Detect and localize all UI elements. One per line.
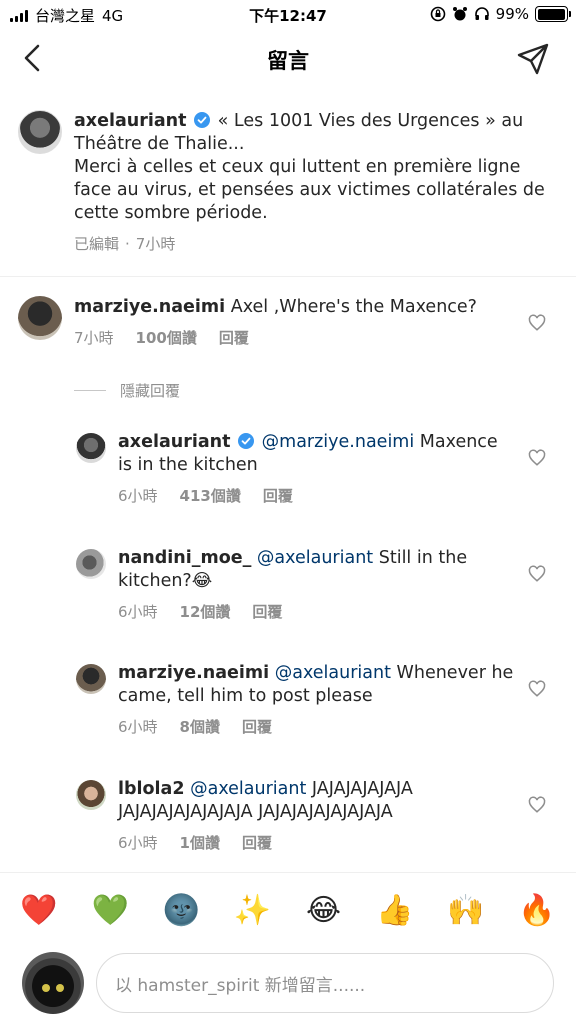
reply-likes[interactable]: 12個讚 [180, 601, 231, 622]
reply-username[interactable]: marziye.naeimi [118, 663, 269, 683]
share-send-icon[interactable] [516, 42, 550, 76]
caption-username[interactable]: axelauriant [74, 111, 187, 131]
meta-separator: · [125, 235, 130, 253]
reply-username[interactable]: axelauriant [118, 432, 231, 452]
alarm-icon [452, 7, 467, 21]
hide-replies-toggle[interactable]: 隱藏回覆 [74, 380, 180, 401]
emoji-sparkles-icon[interactable]: ✨ [233, 895, 271, 926]
avatar[interactable] [18, 110, 62, 154]
heart-icon[interactable] [528, 314, 546, 332]
heart-icon[interactable] [528, 680, 546, 698]
reply-username[interactable]: lblola2 [118, 779, 185, 799]
comment-input[interactable]: 以 hamster_spirit 新增留言...... [96, 953, 554, 1013]
emoji-laughing-icon[interactable]: 😂 [305, 895, 343, 926]
heart-icon[interactable] [528, 796, 546, 814]
comment-username[interactable]: marziye.naeimi [74, 297, 225, 317]
avatar[interactable] [18, 296, 62, 340]
avatar[interactable] [76, 664, 106, 694]
reply-time: 6小時 [118, 487, 158, 505]
reply-button[interactable]: 回覆 [252, 601, 282, 622]
hide-replies-line [74, 390, 106, 391]
edited-label: 已編輯 [74, 235, 120, 253]
hide-replies-label: 隱藏回覆 [120, 382, 181, 400]
avatar[interactable] [76, 780, 106, 810]
comment-likes[interactable]: 100個讚 [136, 327, 197, 348]
reply-mention[interactable]: @axelauriant [275, 663, 391, 683]
heart-icon[interactable] [528, 449, 546, 467]
reply-time: 6小時 [118, 718, 158, 736]
caption-time: 7小時 [135, 235, 176, 253]
header: 留言 [0, 30, 576, 86]
reply-likes[interactable]: 1個讚 [180, 832, 220, 853]
reply-button[interactable]: 回覆 [263, 485, 293, 506]
reply-item: nandini_moe_ @axelauriant Still in the k… [0, 547, 576, 622]
avatar [22, 952, 84, 1014]
reply-mention[interactable]: @marziye.naeimi [262, 432, 415, 452]
emoji-thumbs-up-icon[interactable]: 👍 [376, 895, 414, 926]
comment-time: 7小時 [74, 329, 114, 347]
reply-likes[interactable]: 8個讚 [180, 716, 220, 737]
comment-composer: 以 hamster_spirit 新增留言...... [0, 948, 576, 1024]
reply-time: 6小時 [118, 834, 158, 852]
divider [0, 276, 576, 277]
heart-icon[interactable] [528, 565, 546, 583]
emoji-new-moon-face-icon[interactable]: 🌚 [162, 895, 200, 926]
caption-text-body: Merci à celles et ceux qui luttent en pr… [74, 157, 545, 223]
reply-time: 6小時 [118, 603, 158, 621]
status-bar: 台灣之星 4G 下午12:47 99% [0, 0, 576, 30]
emoji-fire-icon[interactable]: 🔥 [518, 895, 556, 926]
emoji-raised-hands-icon[interactable]: 🙌 [447, 895, 485, 926]
post-caption: axelauriant « Les 1001 Vies des Urgences… [18, 110, 558, 256]
reply-button[interactable]: 回覆 [242, 832, 272, 853]
page-title: 留言 [267, 49, 309, 73]
reply-likes[interactable]: 413個讚 [180, 485, 241, 506]
verified-badge-icon [194, 112, 211, 128]
emoji-red-heart-icon[interactable]: ❤️ [20, 895, 58, 926]
reply-username[interactable]: nandini_moe_ [118, 548, 251, 568]
reply-item: lblola2 @axelauriant JAJAJAJAJAJA JAJAJA… [0, 778, 576, 853]
avatar[interactable] [76, 433, 106, 463]
reply-button[interactable]: 回覆 [242, 716, 272, 737]
emoji-green-heart-icon[interactable]: 💚 [91, 895, 129, 926]
reply-mention[interactable]: @axelauriant [257, 548, 373, 568]
reply-item: axelauriant @marziye.naeimi Maxence is i… [0, 431, 576, 506]
reply-button[interactable]: 回覆 [219, 327, 249, 348]
verified-badge-icon [238, 433, 255, 449]
emoji-quick-bar: ❤️ 💚 🌚 ✨ 😂 👍 🙌 🔥 [0, 872, 576, 948]
comment-text: Axel ,Where's the Maxence? [230, 297, 477, 317]
avatar[interactable] [76, 549, 106, 579]
battery-icon [535, 6, 571, 22]
battery-percent: 99% [495, 5, 529, 23]
lock-rotation-icon [430, 6, 445, 22]
comment-item: marziye.naeimi Axel ,Where's the Maxence… [0, 296, 576, 348]
reply-mention[interactable]: @axelauriant [190, 779, 306, 799]
headphones-icon [474, 7, 489, 20]
reply-item: marziye.naeimi @axelauriant Whenever he … [0, 662, 576, 737]
